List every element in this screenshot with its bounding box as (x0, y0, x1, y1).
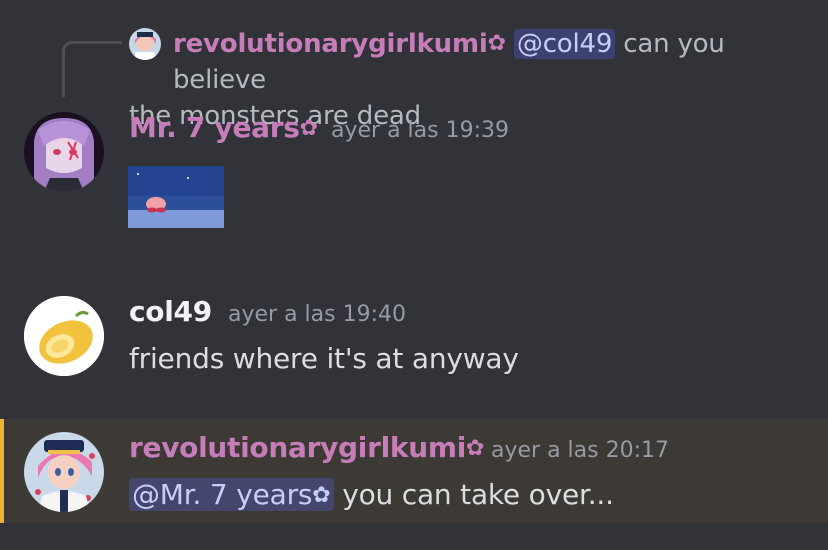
author-name[interactable]: col49 (129, 295, 212, 328)
timestamp[interactable]: ayer a las 19:39 (331, 118, 509, 143)
timestamp[interactable]: ayer a las 19:40 (228, 302, 406, 327)
reply-author-name[interactable]: revolutionarygirlkumi✿ (173, 29, 506, 59)
chat-view: revolutionarygirlkumi✿ @col49 can you be… (0, 0, 828, 550)
reply-connector-line (62, 41, 122, 97)
reply-mention[interactable]: @col49 (513, 29, 616, 59)
timestamp[interactable]: ayer a las 20:17 (491, 438, 669, 463)
avatar-revolutionarygirlkumi[interactable] (24, 432, 104, 512)
user-mention[interactable]: @Mr. 7 years✿ (129, 478, 334, 511)
message-text: friends where it's at anyway (129, 342, 519, 375)
reply-avatar[interactable] (129, 28, 161, 60)
avatar-col49[interactable] (24, 296, 104, 376)
author-name[interactable]: Mr. 7 years✿ (129, 111, 318, 144)
message-text: @Mr. 7 years✿ you can take over... (129, 478, 614, 511)
image-attachment[interactable] (128, 166, 224, 228)
author-name[interactable]: revolutionarygirlkumi✿ (129, 431, 484, 464)
avatar-mr7years[interactable] (24, 112, 104, 192)
